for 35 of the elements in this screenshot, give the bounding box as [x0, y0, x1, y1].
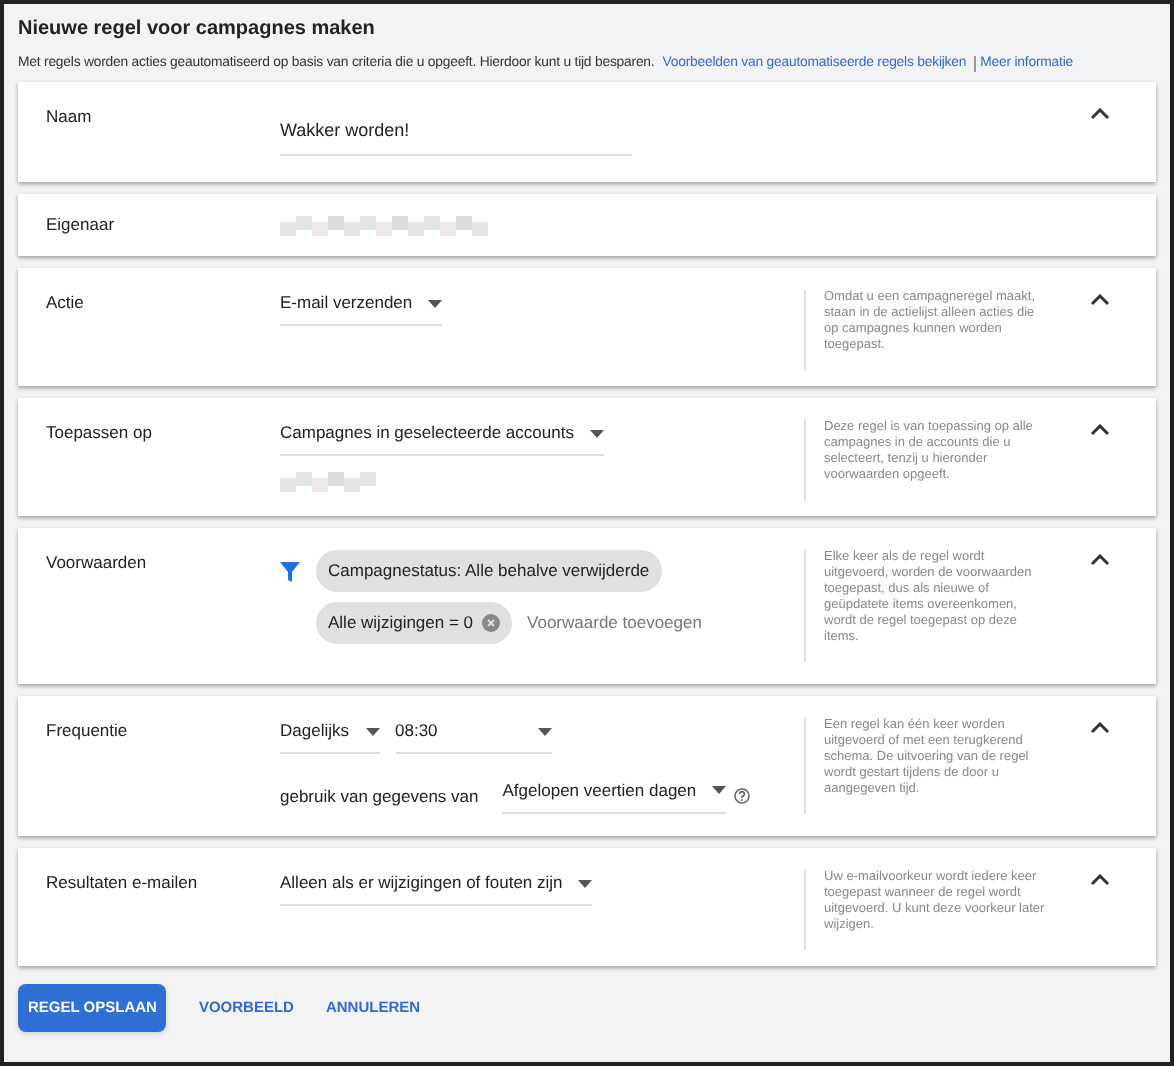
dropdown[interactable]: Afgelopen veertien dagen [502, 778, 727, 814]
condition-chip[interactable]: Campagnestatus: Alle behalve verwijderde [316, 550, 662, 593]
section-label: Naam [46, 104, 94, 131]
dropdown-caret-icon [578, 879, 593, 888]
section-label: Voorwaarden [46, 550, 149, 577]
dropdown-caret-icon [712, 786, 727, 795]
section-label: Frequentie [46, 718, 130, 745]
name-field[interactable]: Wakker worden! [280, 118, 632, 156]
help-icon[interactable] [734, 787, 751, 804]
section-label: Eigenaar [46, 212, 117, 239]
collapse-button[interactable] [1088, 104, 1112, 125]
dropdown-caret-icon [365, 727, 379, 736]
dropdown-caret-icon [428, 299, 443, 308]
page-title: Nieuwe regel voor campagnes maken [18, 16, 377, 44]
collapse-button[interactable] [1088, 550, 1112, 571]
dropdown-caret-icon [537, 727, 551, 736]
dropdown[interactable]: Alleen als er wijzigingen of fouten zijn [280, 870, 593, 907]
section-label: Resultaten e-mailen [46, 870, 200, 897]
dropdown[interactable]: E-mail verzenden [280, 290, 443, 327]
dropdown[interactable]: Dagelijks [280, 718, 379, 755]
collapse-button[interactable] [1088, 870, 1112, 891]
collapse-button[interactable] [1088, 420, 1112, 441]
dropdown[interactable]: Campagnes in geselecteerde accounts [280, 420, 604, 457]
collapse-button[interactable] [1088, 718, 1112, 739]
remove-icon[interactable] [481, 613, 500, 632]
filter-icon [280, 562, 300, 583]
redacted-block [280, 472, 376, 493]
add-condition-button[interactable]: Voorwaarde toevoegen [527, 610, 702, 636]
dropdown[interactable]: 08:30 [395, 718, 551, 755]
section-label: Toepassen op [46, 420, 154, 447]
data-range-label: gebruik van gegevens van [280, 783, 479, 809]
section-label: Actie [46, 290, 86, 317]
collapse-button[interactable] [1088, 290, 1112, 311]
condition-chip[interactable]: Alle wijzigingen = 0 [316, 602, 512, 644]
dropdown-caret-icon [589, 429, 604, 438]
